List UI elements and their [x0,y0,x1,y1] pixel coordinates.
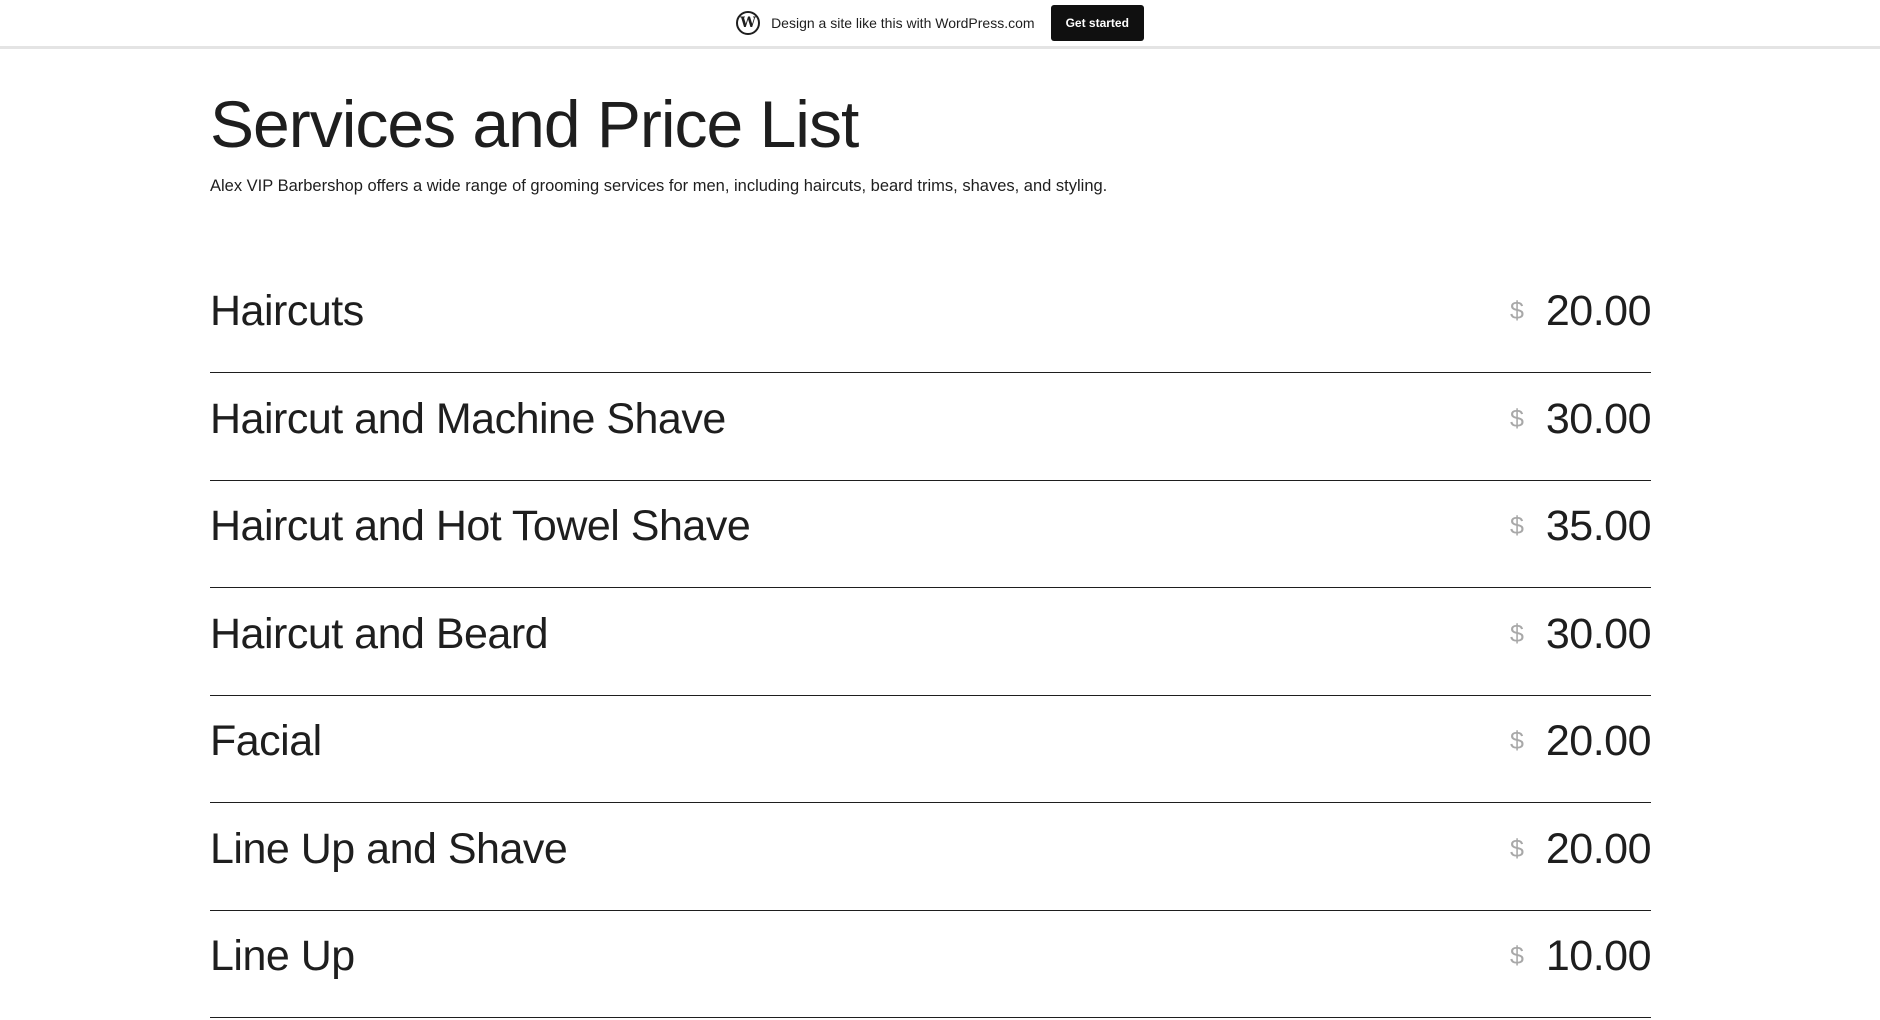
currency-symbol: $ [1509,942,1524,970]
price: $ 20.00 [1509,717,1652,765]
service-name: Haircut and Hot Towel Shave [210,502,751,550]
currency-symbol: $ [1509,512,1524,540]
price-list: Haircuts $ 20.00 Haircut and Machine Sha… [210,267,1652,1020]
price-row: Haircut and Machine Shave $ 30.00 [210,375,1652,481]
price-amount: 20.00 [1545,287,1652,335]
price-amount: 20.00 [1545,824,1652,873]
price: $ 30.00 [1509,394,1652,443]
currency-symbol: $ [1509,404,1524,433]
price-row: Line Up $ 10.00 [210,912,1652,1018]
service-name: Haircuts [210,287,364,335]
price: $ 10.00 [1509,932,1652,980]
price-amount: 20.00 [1545,717,1652,765]
price: $ 20.00 [1509,287,1652,335]
service-name: Facial [210,717,322,765]
banner-text: Design a site like this with WordPress.c… [771,15,1035,31]
wordpress-logo-icon[interactable]: W [736,11,761,35]
page-title: Services and Price List [210,87,859,161]
price-amount: 30.00 [1545,394,1652,443]
service-name: Line Up and Shave [210,824,568,873]
price: $ 20.00 [1509,824,1652,873]
price-amount: 10.00 [1545,932,1652,980]
price: $ 30.00 [1509,609,1652,658]
main-content: Services and Price List Alex VIP Barbers… [210,84,1652,1018]
price-amount: 35.00 [1545,502,1652,550]
wordpress-banner: W Design a site like this with WordPress… [0,0,1880,49]
price-row: Line Up and Shave $ 20.00 [210,805,1652,911]
service-name: Haircut and Beard [210,609,549,658]
get-started-button[interactable]: Get started [1050,5,1144,41]
price-row: Facial $ 20.00 [210,697,1652,803]
currency-symbol: $ [1509,834,1524,863]
price: $ 35.00 [1509,502,1652,550]
price-row: Haircut and Hot Towel Shave $ 35.00 [210,482,1652,588]
currency-symbol: $ [1509,297,1524,325]
service-name: Line Up [210,932,355,980]
price-row: Haircuts $ 20.00 [210,267,1652,373]
currency-symbol: $ [1509,619,1524,648]
service-name: Haircut and Machine Shave [210,394,726,443]
intro-text: Alex VIP Barbershop offers a wide range … [210,177,1108,195]
currency-symbol: $ [1509,727,1524,755]
price-row: Haircut and Beard $ 30.00 [210,590,1652,696]
price-amount: 30.00 [1545,609,1652,658]
